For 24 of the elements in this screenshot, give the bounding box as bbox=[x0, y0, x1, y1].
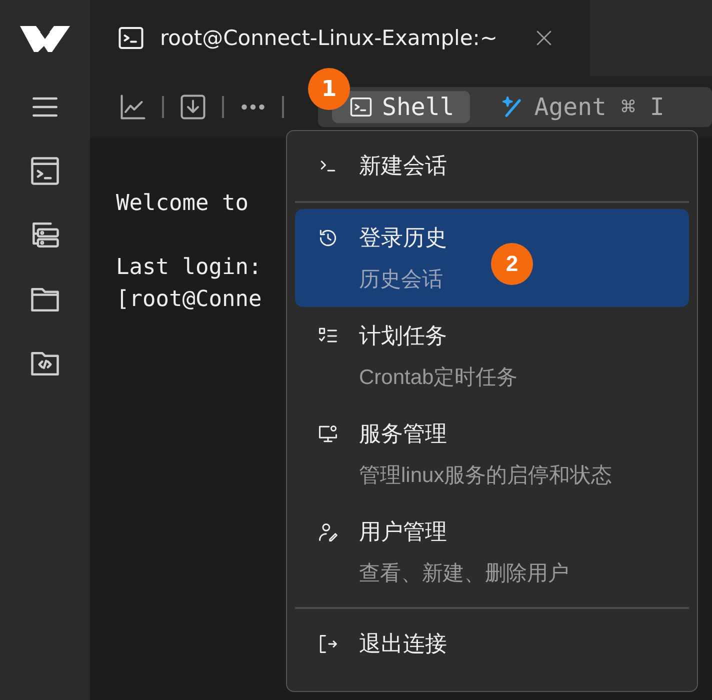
download-icon[interactable] bbox=[178, 92, 208, 122]
menu-item[interactable]: 用户管理 查看、新建、删除用户 bbox=[295, 503, 689, 601]
menu-item[interactable]: 新建会话 bbox=[295, 137, 689, 195]
step-badge: 2 bbox=[491, 243, 533, 285]
terminal-line: Last login: bbox=[116, 254, 262, 282]
logout-icon bbox=[317, 633, 339, 655]
menu-item[interactable]: 退出连接 bbox=[295, 615, 689, 673]
terminal-line: Welcome to bbox=[116, 190, 248, 218]
menu-item[interactable]: 计划任务 Crontab定时任务 bbox=[295, 307, 689, 405]
menu-item-description: 查看、新建、删除用户 bbox=[359, 561, 570, 587]
menu-item-description: 管理linux服务的启停和状态 bbox=[359, 463, 614, 489]
mode-tab[interactable]: Agent ⌘ I bbox=[484, 91, 680, 123]
menu-item-description: Crontab定时任务 bbox=[359, 365, 519, 391]
terminal-icon[interactable] bbox=[28, 154, 62, 188]
user-edit-icon bbox=[317, 521, 339, 543]
tab-title: root@Connect-Linux-Example:~ bbox=[160, 26, 498, 50]
menu-item-description: 历史会话 bbox=[359, 267, 444, 293]
history-icon bbox=[317, 227, 339, 249]
chart-icon[interactable] bbox=[118, 92, 148, 122]
session-tab[interactable]: root@Connect-Linux-Example:~ bbox=[90, 0, 590, 76]
monitor-icon bbox=[317, 423, 339, 445]
menu-item[interactable]: 登录历史 历史会话 2 bbox=[295, 209, 689, 307]
terminal-line: [root@Conne bbox=[116, 286, 262, 314]
menu-item[interactable]: 服务管理 管理linux服务的启停和状态 bbox=[295, 405, 689, 503]
